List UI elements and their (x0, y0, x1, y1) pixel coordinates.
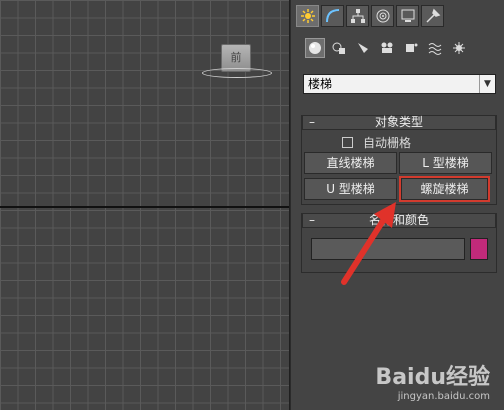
subcategory-helpers[interactable] (401, 38, 421, 58)
collapse-icon[interactable]: – (309, 214, 315, 227)
create-icon (300, 9, 315, 23)
shapes-icon (332, 42, 345, 54)
tab-hierarchy[interactable] (346, 5, 369, 27)
command-panel-tabs (296, 5, 444, 27)
subcategory-geometry[interactable] (305, 38, 325, 58)
space-warps-icon (428, 43, 442, 55)
motion-icon (376, 9, 389, 23)
u-type-stair-button[interactable]: U 型楼梯 (304, 178, 397, 200)
subcategory-shapes[interactable] (329, 38, 349, 58)
watermark-logo: Baidu经验 (375, 365, 490, 390)
modify-icon (325, 9, 339, 23)
object-type-rollout-header[interactable]: – 对象类型 (302, 115, 496, 130)
tab-utilities[interactable] (421, 5, 444, 27)
helpers-icon (406, 43, 418, 52)
subcategory-systems[interactable] (449, 38, 469, 58)
systems-icon (453, 42, 465, 54)
lights-icon (358, 43, 368, 53)
tab-motion[interactable] (371, 5, 394, 27)
viewport-top[interactable]: 前 (0, 0, 290, 410)
cameras-icon (381, 42, 393, 53)
spiral-stair-button[interactable]: 螺旋楼梯 (399, 176, 490, 202)
tab-create[interactable] (296, 5, 319, 27)
chevron-down-icon[interactable]: ▼ (479, 75, 495, 93)
tab-modify[interactable] (321, 5, 344, 27)
utilities-icon (425, 8, 440, 23)
subcategory-space-warps[interactable] (425, 38, 445, 58)
autogrid-label: 自动栅格 (363, 136, 412, 150)
autogrid-row[interactable]: 自动栅格 (342, 134, 411, 151)
collapse-icon[interactable]: – (309, 116, 315, 129)
watermark-url: jingyan.baidu.com (397, 391, 490, 402)
l-type-stair-button[interactable]: L 型楼梯 (399, 152, 492, 174)
viewcube-ring[interactable] (202, 68, 272, 78)
annotation-arrow-icon (341, 202, 396, 285)
world-axis-line (0, 206, 289, 208)
object-type-title: 对象类型 (374, 115, 423, 129)
straight-stair-button[interactable]: 直线楼梯 (304, 152, 397, 174)
display-icon (401, 9, 414, 22)
subcategory-lights[interactable] (353, 38, 373, 58)
category-dropdown[interactable]: 楼梯 ▼ (303, 74, 496, 94)
create-subcategories (305, 38, 469, 58)
autogrid-checkbox[interactable] (342, 137, 353, 148)
tab-display[interactable] (396, 5, 419, 27)
hierarchy-icon (350, 9, 365, 23)
object-color-swatch[interactable] (470, 238, 488, 260)
geometry-sphere-icon (309, 42, 321, 54)
object-type-rollout: – 对象类型 自动栅格 直线楼梯 L 型楼梯 U 型楼梯 螺旋楼梯 (301, 115, 497, 205)
subcategory-cameras[interactable] (377, 38, 397, 58)
watermark: Baidu经验 jingyan.baidu.com (375, 359, 490, 402)
category-dropdown-value: 楼梯 (308, 77, 333, 91)
viewcube[interactable]: 前 (202, 42, 272, 86)
